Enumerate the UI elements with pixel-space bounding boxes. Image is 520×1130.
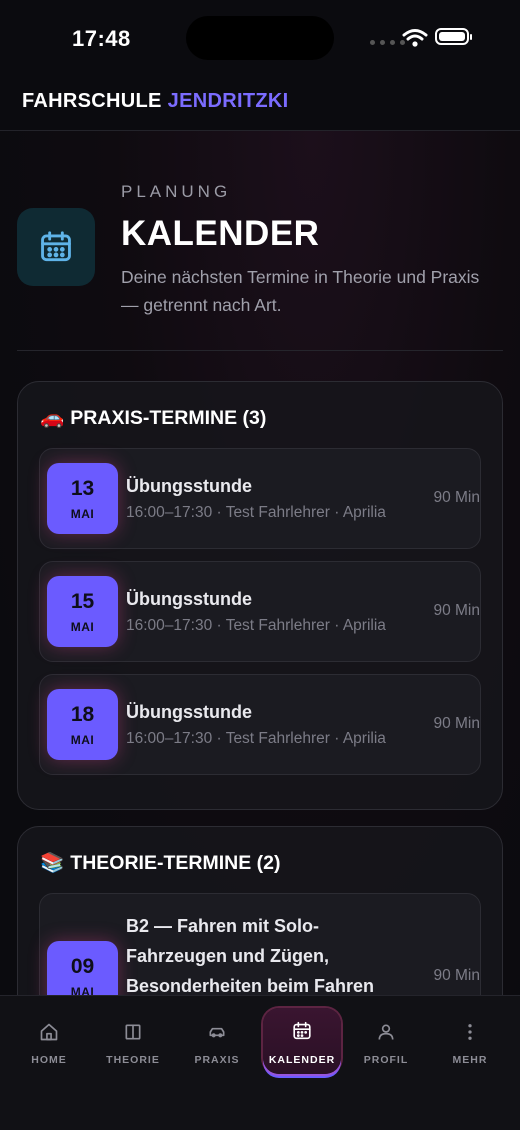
page-subtitle: Deine nächsten Termine in Theorie und Pr…	[121, 267, 480, 315]
appointment-meta: 16:00–17:30 · Test Fahrlehrer · Aprilia	[126, 617, 386, 634]
card-title: 📚 THEORIE-TERMINE (2)	[40, 851, 280, 875]
status-bar: 17:48	[0, 0, 520, 80]
car-icon	[209, 1027, 225, 1038]
tab-theorie[interactable]: THEORIE	[93, 996, 173, 1086]
theorie-title: THEORIE-TERMINE (2)	[70, 852, 281, 874]
date-month: MAI	[70, 733, 95, 747]
calendar-hero-icon	[17, 208, 95, 286]
appointment-meta: 16:00–17:30 · Test Fahrlehrer · Aprilia	[126, 504, 386, 521]
divider	[17, 350, 503, 351]
appointment-meta: 16:00–17:30 · Test Fahrlehrer · Aprilia	[126, 730, 386, 747]
calendar-icon	[41, 231, 71, 262]
appointment-title: Übungsstunde	[126, 476, 252, 496]
date-day: 09	[70, 955, 95, 978]
dynamic-island	[186, 16, 334, 60]
praxis-appointments-card: 🚗 PRAXIS-TERMINE (3) 13 MAI Übungsstunde …	[17, 381, 503, 810]
tab-label: PRAXIS	[194, 1054, 240, 1066]
tab-kalender[interactable]: KALENDER	[263, 1008, 341, 1074]
tab-mehr[interactable]: MEHR	[430, 996, 510, 1086]
date-day: 15	[70, 590, 95, 613]
bottom-tab-bar: HOME THEORIE PRAXIS KALENDER PROFIL MEHR	[0, 995, 520, 1130]
car-emoji-icon: 🚗	[40, 407, 65, 429]
section-eyebrow: PLANUNG	[121, 182, 232, 201]
calendar-icon	[293, 1021, 311, 1040]
appointment-duration: 90 Min	[433, 967, 480, 984]
user-icon	[378, 1024, 394, 1040]
date-month: MAI	[70, 620, 95, 634]
brand-second: JENDRITZKI	[167, 90, 289, 112]
appointment-item[interactable]: 18 MAI Übungsstunde 16:00–17:30 · Test F…	[39, 674, 481, 775]
date-day: 13	[70, 477, 95, 500]
appointment-title: Übungsstunde	[126, 702, 252, 722]
appointment-title: Übungsstunde	[126, 589, 252, 609]
card-title: 🚗 PRAXIS-TERMINE (3)	[40, 406, 266, 430]
date-day: 18	[70, 703, 95, 726]
book-icon	[125, 1024, 141, 1040]
date-badge: 18 MAI	[47, 689, 118, 760]
appointment-duration: 90 Min	[433, 489, 480, 506]
home-icon	[40, 1023, 58, 1041]
brand-first: FAHRSCHULE	[22, 90, 162, 112]
books-emoji-icon: 📚	[40, 852, 65, 874]
date-month: MAI	[70, 507, 95, 521]
date-badge: 15 MAI	[47, 576, 118, 647]
appointment-duration: 90 Min	[433, 602, 480, 619]
tab-profil[interactable]: PROFIL	[346, 996, 426, 1086]
battery-icon	[435, 28, 472, 45]
cellular-signal-icon	[370, 40, 405, 45]
page-title: KALENDER	[121, 214, 320, 253]
appointment-title: B2 — Fahren mit Solo-Fahrzeugen und Züge…	[126, 916, 375, 996]
appointment-duration: 90 Min	[433, 715, 480, 732]
tab-praxis[interactable]: PRAXIS	[177, 996, 257, 1086]
more-vertical-icon	[468, 1024, 472, 1040]
tab-home[interactable]: HOME	[9, 996, 89, 1086]
brand-logo[interactable]: FAHRSCHULE JENDRITZKI	[22, 90, 288, 113]
appointment-item[interactable]: 13 MAI Übungsstunde 16:00–17:30 · Test F…	[39, 448, 481, 549]
date-badge: 13 MAI	[47, 463, 118, 534]
app-header: FAHRSCHULE JENDRITZKI	[0, 80, 520, 131]
praxis-title: PRAXIS-TERMINE (3)	[70, 407, 267, 429]
status-time: 17:48	[72, 26, 131, 51]
wifi-icon	[402, 29, 428, 47]
appointment-item[interactable]: 15 MAI Übungsstunde 16:00–17:30 · Test F…	[39, 561, 481, 662]
tab-label: MEHR	[452, 1054, 488, 1066]
